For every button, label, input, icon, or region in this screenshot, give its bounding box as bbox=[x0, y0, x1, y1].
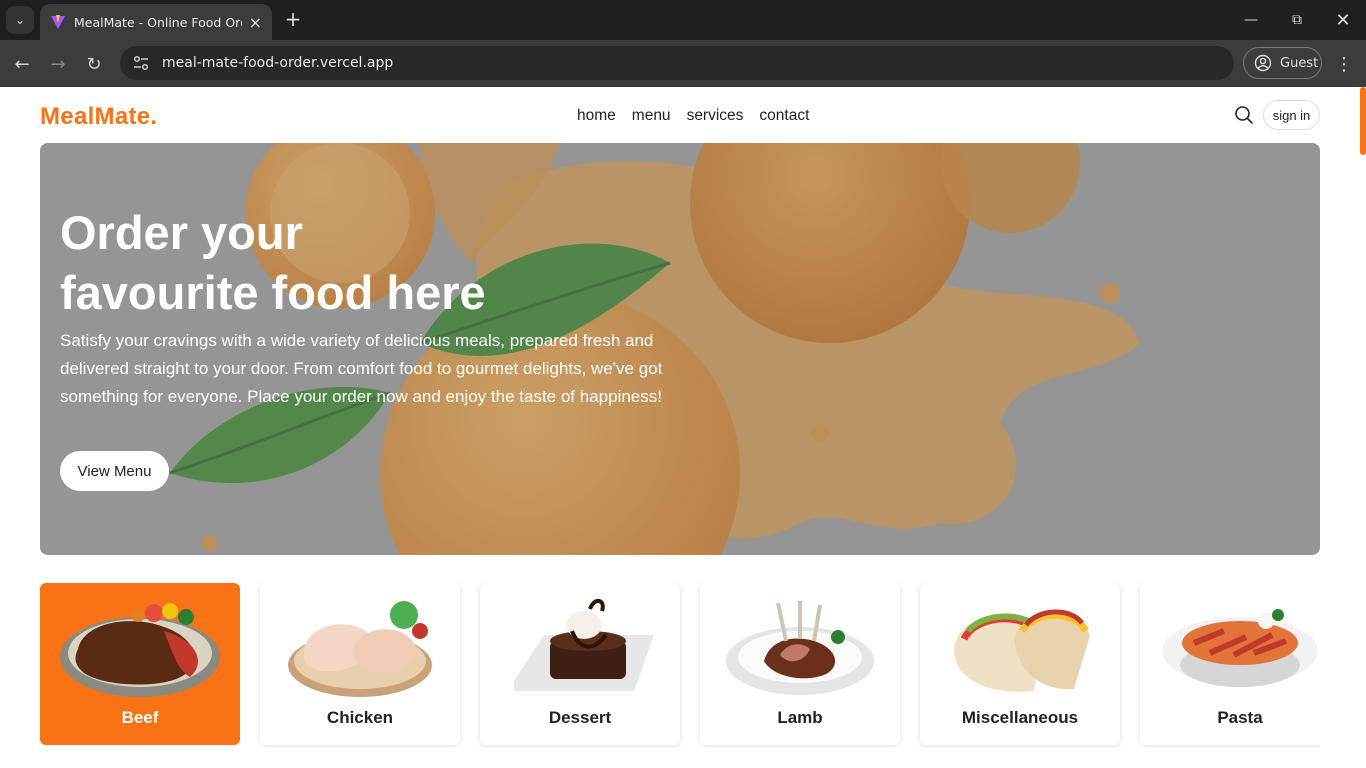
nav-services[interactable]: services bbox=[687, 107, 744, 125]
category-label: Dessert bbox=[548, 708, 612, 727]
hero-title-line-1: Order your bbox=[60, 206, 303, 259]
category-card-beef[interactable]: Beef bbox=[40, 583, 240, 745]
category-label: Beef bbox=[121, 708, 159, 727]
sign-in-button[interactable]: sign in bbox=[1263, 100, 1320, 130]
profile-label: Guest bbox=[1280, 55, 1319, 71]
browser-tab[interactable]: MealMate - Online Food Ordering × bbox=[40, 4, 272, 40]
restore-icon[interactable]: ⧉ bbox=[1274, 0, 1320, 40]
main-nav: home menu services contact bbox=[577, 107, 809, 125]
tab-search-button[interactable]: ⌄ bbox=[6, 6, 34, 34]
category-card-dessert[interactable]: Dessert bbox=[480, 583, 680, 745]
tab-title: MealMate - Online Food Ordering bbox=[74, 14, 242, 30]
back-icon[interactable]: ← bbox=[8, 50, 36, 78]
category-card-chicken[interactable]: Chicken bbox=[260, 583, 460, 745]
minimize-icon[interactable]: — bbox=[1228, 0, 1274, 40]
beef-steak-icon bbox=[60, 603, 220, 697]
hero-subtitle: Satisfy your cravings with a wide variet… bbox=[60, 331, 663, 406]
address-bar[interactable]: meal-mate-food-order.vercel.app bbox=[120, 46, 1234, 80]
nav-home[interactable]: home bbox=[577, 107, 616, 125]
profile-icon bbox=[1254, 54, 1272, 72]
search-icon[interactable] bbox=[1234, 105, 1254, 125]
pasta-icon bbox=[1162, 609, 1318, 687]
site-logo[interactable]: MealMate. bbox=[40, 103, 157, 131]
site-settings-icon[interactable] bbox=[132, 54, 150, 72]
profile-button[interactable]: Guest bbox=[1243, 47, 1322, 79]
url-text: meal-mate-food-order.vercel.app bbox=[162, 55, 394, 71]
category-label: Chicken bbox=[326, 708, 394, 727]
nav-contact[interactable]: contact bbox=[759, 107, 809, 125]
category-label: Pasta bbox=[1217, 708, 1263, 727]
category-card-lamb[interactable]: Lamb bbox=[700, 583, 900, 745]
dessert-icon bbox=[514, 599, 654, 691]
taco-icon bbox=[954, 609, 1090, 692]
view-menu-button[interactable]: View Menu bbox=[60, 451, 169, 491]
hero-banner: Order your favourite food here Satisfy y… bbox=[40, 143, 1320, 555]
hero-title-line-2: favourite food here bbox=[60, 266, 486, 319]
close-window-icon[interactable]: ✕ bbox=[1320, 0, 1366, 40]
category-card-pasta[interactable]: Pasta bbox=[1140, 583, 1320, 745]
category-list: Beef Chicken Dessert Lamb Miscellaneous … bbox=[40, 583, 1320, 753]
chicken-icon bbox=[288, 601, 432, 697]
new-tab-button[interactable]: + bbox=[282, 7, 304, 31]
hero-title: Order your favourite food here bbox=[60, 203, 580, 323]
browser-tab-bar: ⌄ MealMate - Online Food Ordering × + — … bbox=[0, 0, 1366, 40]
web-page: MealMate. home menu services contact sig… bbox=[0, 87, 1366, 768]
close-tab-icon[interactable]: × bbox=[249, 13, 262, 32]
browser-menu-icon[interactable]: ⋮ bbox=[1334, 50, 1354, 78]
category-card-miscellaneous[interactable]: Miscellaneous bbox=[920, 583, 1120, 745]
category-label: Lamb bbox=[777, 708, 823, 727]
vite-favicon-icon bbox=[51, 15, 65, 29]
browser-toolbar: ← → ↻ meal-mate-food-order.vercel.app Gu… bbox=[0, 40, 1366, 87]
reload-icon[interactable]: ↻ bbox=[80, 50, 108, 78]
lamb-icon bbox=[726, 601, 874, 695]
scrollbar[interactable] bbox=[1360, 87, 1366, 155]
category-label: Miscellaneous bbox=[961, 708, 1079, 727]
forward-icon[interactable]: → bbox=[44, 50, 72, 78]
nav-menu[interactable]: menu bbox=[632, 107, 671, 125]
